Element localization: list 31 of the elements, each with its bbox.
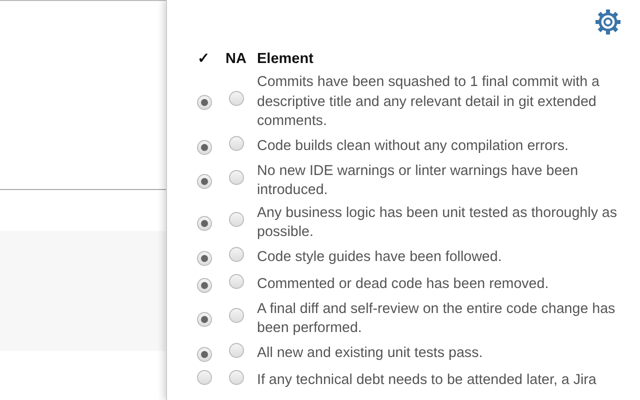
checklist-item-text: Any business logic has been unit tested as thoroughly as possible. bbox=[256, 204, 618, 242]
na-radio[interactable] bbox=[228, 212, 244, 227]
done-radio[interactable] bbox=[196, 95, 212, 110]
na-column-header: NA bbox=[226, 51, 246, 68]
checklist-item-text: All new and existing unit tests pass. bbox=[256, 344, 483, 363]
checklist-item-text: If any technical debt needs to be attended later, a Jira bbox=[256, 370, 596, 390]
na-radio[interactable] bbox=[228, 342, 244, 358]
na-radio[interactable] bbox=[228, 136, 244, 150]
done-radio[interactable] bbox=[196, 346, 212, 362]
done-radio[interactable] bbox=[196, 174, 212, 189]
settings-icon[interactable] bbox=[594, 8, 622, 36]
na-radio[interactable] bbox=[228, 274, 244, 288]
na-radio[interactable] bbox=[228, 91, 244, 106]
na-radio[interactable] bbox=[228, 308, 244, 323]
na-radio[interactable] bbox=[228, 370, 244, 384]
na-radio[interactable] bbox=[228, 170, 244, 185]
na-radio[interactable] bbox=[228, 246, 244, 262]
checklist-item-text: Code builds clean without any compilation errors. bbox=[256, 136, 569, 156]
done-radio[interactable] bbox=[196, 312, 212, 327]
done-radio[interactable] bbox=[196, 278, 212, 292]
done-column-header: ✓ bbox=[198, 51, 210, 68]
checklist-item-text: Code style guides have been followed. bbox=[256, 248, 502, 267]
done-radio[interactable] bbox=[196, 216, 212, 231]
checklist-item-text: Commented or dead code has been removed. bbox=[256, 274, 549, 294]
checklist-item-text: No new IDE warnings or linter warnings have been introduced. bbox=[256, 162, 580, 200]
element-column-header: Element bbox=[256, 50, 314, 70]
done-radio[interactable] bbox=[196, 250, 212, 266]
checklist-item-text: Commits have been squashed to 1 final commit with a descriptive title and any relevant detail in git extended comments. bbox=[256, 73, 600, 131]
done-radio[interactable] bbox=[196, 140, 212, 154]
checklist-item-text: A final diff and self-review on the entire code change has been performed. bbox=[256, 300, 616, 338]
done-radio[interactable] bbox=[196, 370, 212, 384]
